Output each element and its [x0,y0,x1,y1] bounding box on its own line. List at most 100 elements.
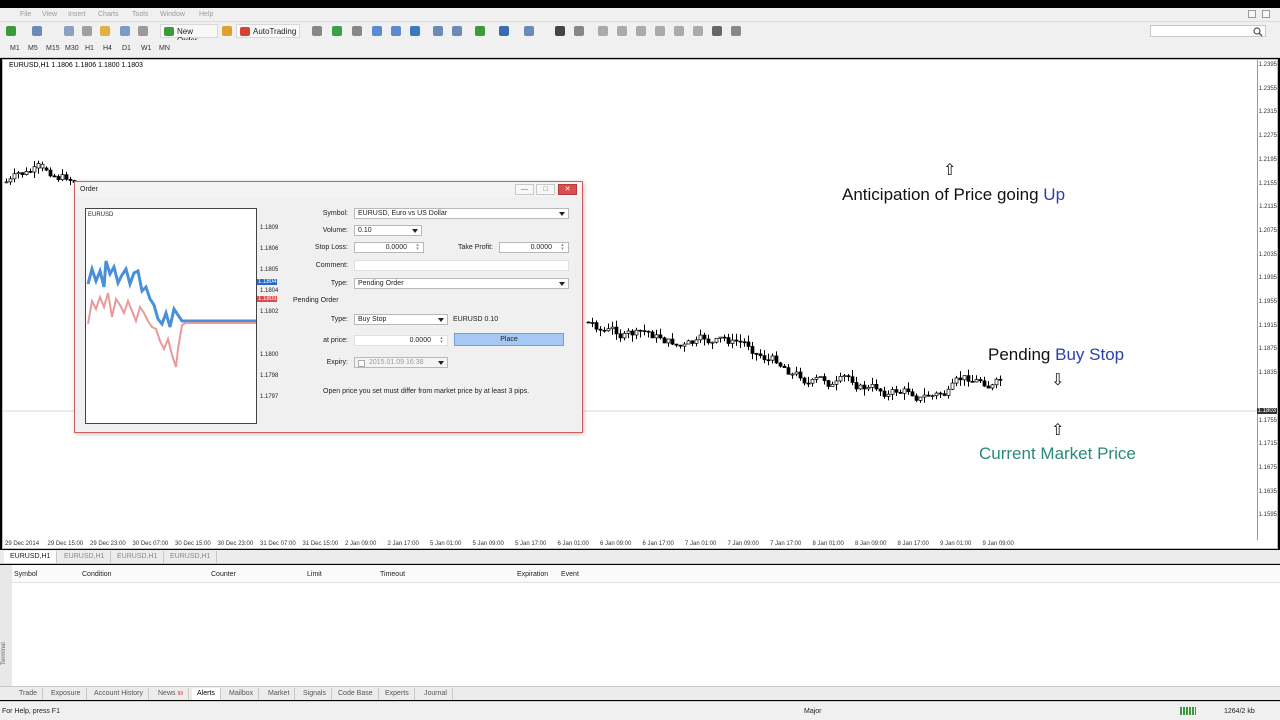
candle-body [618,333,623,339]
timeframe-mn[interactable]: MN [159,45,170,52]
close-icon[interactable]: ✕ [558,184,577,195]
crosshair-icon[interactable] [574,26,584,36]
at-price-input[interactable]: 0.0000 ▴ ▾ [354,335,448,346]
column-expiration[interactable]: Expiration [517,571,548,578]
search-input[interactable] [1150,25,1266,37]
market-watch-icon[interactable] [64,26,74,36]
new-order-button[interactable]: New Order [160,24,218,45]
profiles-icon[interactable] [32,26,42,36]
line-chart-icon[interactable] [352,26,362,36]
close-icon[interactable] [1262,10,1270,18]
menu-window[interactable]: Window [160,11,185,18]
autotrading-button[interactable]: AutoTrading [236,24,300,38]
autoscroll-icon[interactable] [452,26,462,36]
stepper-icon[interactable]: ▴ ▾ [558,243,567,252]
pending-type-select[interactable]: Buy Stop [354,314,448,325]
chart-tab[interactable]: EURUSD,H1 [4,551,58,563]
volume-select[interactable]: 0.10 [354,225,422,236]
chart-tab[interactable]: EURUSD,H1 [164,551,218,563]
tab-exposure[interactable]: Exposure [46,688,87,700]
tester-icon[interactable] [138,26,148,36]
terminal-icon[interactable] [120,26,130,36]
time-tick: 6 Jan 17:00 [642,541,674,547]
channel-icon[interactable] [655,26,665,36]
candle-body [958,377,963,381]
take-profit-input[interactable]: 0.0000 ▴ ▾ [499,242,569,253]
restore-icon[interactable] [1248,10,1256,18]
candle-body [850,376,855,383]
menu-help[interactable]: Help [199,11,213,18]
periods-icon[interactable] [499,26,509,36]
dialog-titlebar[interactable]: Order — □ ✕ [75,182,582,197]
zoom-in-icon[interactable] [372,26,382,36]
column-limit[interactable]: Limit [307,571,322,578]
arrows-icon[interactable] [731,26,741,36]
tab-news[interactable]: News 99 [153,688,190,700]
candle-body [610,326,615,330]
tab-trade[interactable]: Trade [14,688,44,700]
timeframe-d1[interactable]: D1 [122,45,131,52]
templates-icon[interactable] [524,26,534,36]
tab-market[interactable]: Market [263,688,296,700]
horizontal-line-icon[interactable] [617,26,627,36]
timeframe-h4[interactable]: H4 [103,45,112,52]
minimize-icon[interactable]: — [515,184,534,195]
timeframe-m15[interactable]: M15 [46,45,60,52]
stepper-icon[interactable]: ▴ ▾ [437,336,446,345]
zoom-out-icon[interactable] [391,26,401,36]
timeframe-h1[interactable]: H1 [85,45,94,52]
trendline-icon[interactable] [636,26,646,36]
column-event[interactable]: Event [561,571,579,578]
tab-alerts[interactable]: Alerts [192,688,221,700]
navigator-icon[interactable] [100,26,110,36]
menu-tools[interactable]: Tools [132,11,148,18]
bar-chart-icon[interactable] [312,26,322,36]
tab-account-history[interactable]: Account History [89,688,150,700]
candle-body [910,391,915,397]
place-button[interactable]: Place [454,333,564,346]
stepper-icon[interactable]: ▴ ▾ [413,243,422,252]
menu-file[interactable]: File [20,11,31,18]
column-timeout[interactable]: Timeout [380,571,405,578]
label-icon[interactable] [693,26,703,36]
stop-loss-input[interactable]: 0.0000 ▴ ▾ [354,242,424,253]
tab-signals[interactable]: Signals [298,688,332,700]
text-icon[interactable] [674,26,684,36]
vertical-line-icon[interactable] [598,26,608,36]
new-chart-icon[interactable] [6,26,16,36]
chart-tab[interactable]: EURUSD,H1 [111,551,165,563]
candle-body [906,388,911,393]
column-condition[interactable]: Condition [82,571,112,578]
tab-journal[interactable]: Journal [419,688,453,700]
timeframe-w1[interactable]: W1 [141,45,152,52]
menu-insert[interactable]: Insert [68,11,86,18]
tile-windows-icon[interactable] [410,26,420,36]
timeframe-m30[interactable]: M30 [65,45,79,52]
tab-code-base[interactable]: Code Base [333,688,379,700]
chart-tab[interactable]: EURUSD,H1 [58,551,112,563]
expiry-checkbox[interactable] [358,360,365,367]
order-type-select[interactable]: Pending Order [354,278,569,289]
menu-view[interactable]: View [42,11,57,18]
data-window-icon[interactable] [82,26,92,36]
toolbar: New Order AutoTrading [0,22,1280,45]
indicators-icon[interactable] [475,26,485,36]
maximize-icon[interactable]: □ [536,184,555,195]
column-symbol[interactable]: Symbol [14,571,37,578]
candle-body [842,375,847,378]
column-counter[interactable]: Counter [211,571,236,578]
candlestick-icon[interactable] [332,26,342,36]
shapes-icon[interactable] [712,26,722,36]
metaeditor-icon[interactable] [222,26,232,36]
symbol-select[interactable]: EURUSD, Euro vs US Dollar [354,208,569,219]
candle-body [638,329,643,332]
tab-mailbox[interactable]: Mailbox [224,688,260,700]
tab-experts[interactable]: Experts [380,688,415,700]
expiry-input[interactable]: 2015.01.09 16:38 [354,357,448,368]
timeframe-m1[interactable]: M1 [10,45,20,52]
timeframe-m5[interactable]: M5 [28,45,38,52]
comment-input[interactable] [354,260,569,271]
menu-charts[interactable]: Charts [98,11,119,18]
chart-shift-icon[interactable] [433,26,443,36]
cursor-icon[interactable] [555,26,565,36]
